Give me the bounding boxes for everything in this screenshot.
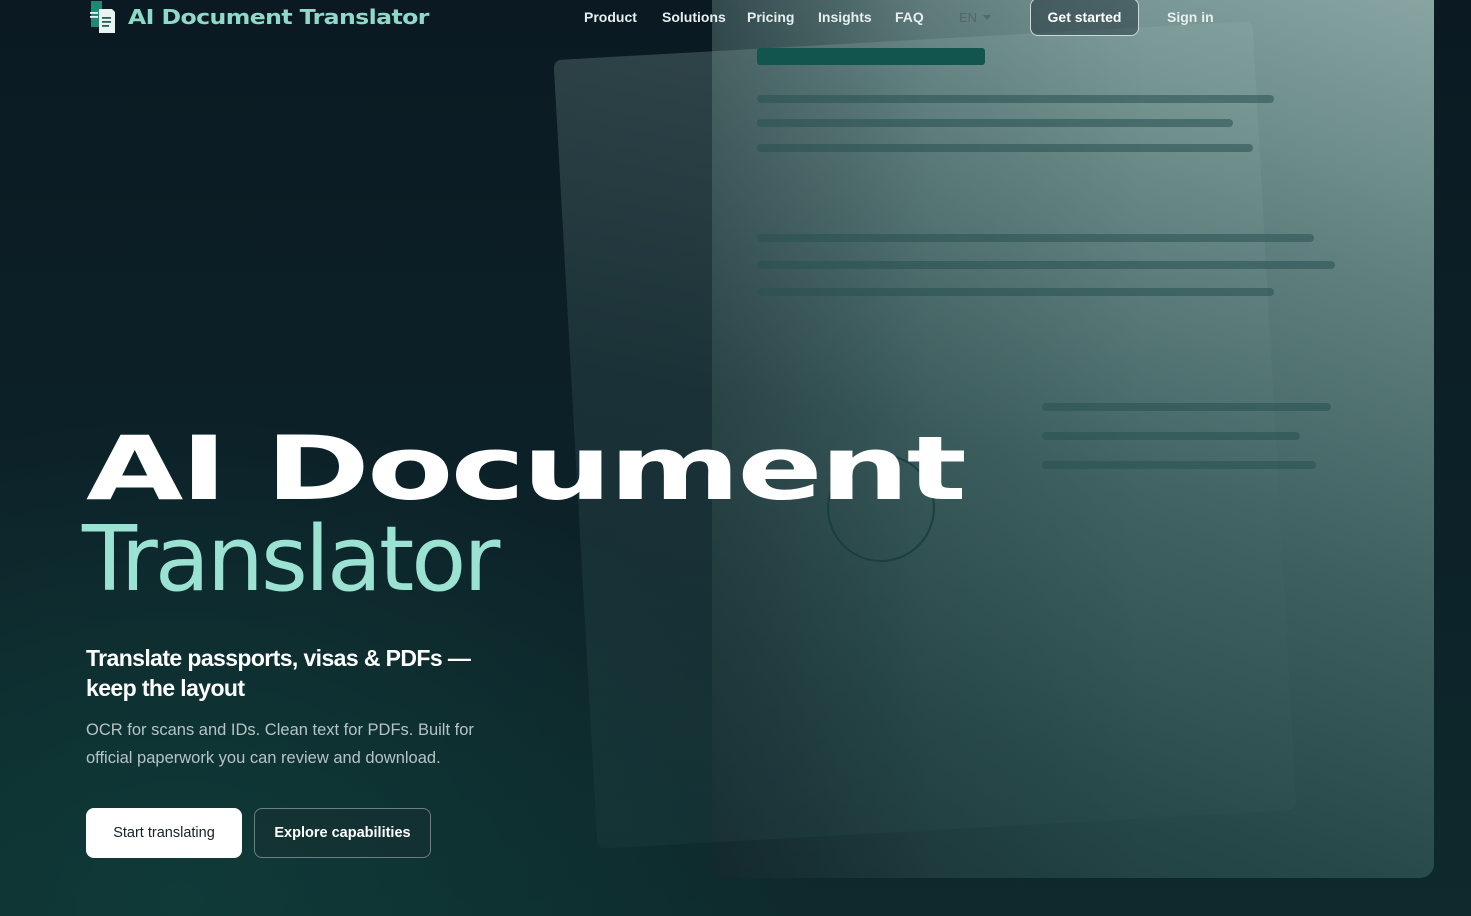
explore-capabilities-button[interactable]: Explore capabilities bbox=[254, 808, 431, 858]
top-navigation: AI Document Translator Product Solutions… bbox=[0, 0, 1471, 36]
nav-link-insights[interactable]: Insights bbox=[818, 9, 872, 25]
document-header-bar bbox=[757, 48, 985, 65]
nav-link-pricing[interactable]: Pricing bbox=[747, 9, 794, 25]
get-started-button[interactable]: Get started bbox=[1030, 0, 1139, 36]
hero-title-accent: Translator bbox=[82, 507, 500, 612]
document-text-line bbox=[757, 95, 1274, 103]
document-text-line bbox=[757, 119, 1233, 127]
document-text-line bbox=[1042, 432, 1300, 440]
nav-link-faq[interactable]: FAQ bbox=[895, 9, 924, 25]
chevron-down-icon bbox=[983, 15, 992, 20]
brand-name: AI Document Translator bbox=[128, 5, 429, 29]
brand-logo-link[interactable]: AI Document Translator bbox=[88, 1, 429, 33]
language-label: EN bbox=[959, 10, 978, 25]
document-text-line bbox=[1042, 461, 1316, 469]
start-translating-button[interactable]: Start translating bbox=[86, 808, 242, 858]
nav-link-solutions[interactable]: Solutions bbox=[662, 9, 726, 25]
language-selector[interactable]: EN bbox=[959, 10, 992, 25]
document-text-line bbox=[1042, 403, 1331, 411]
document-text-line bbox=[757, 261, 1335, 269]
hero-description: OCR for scans and IDs. Clean text for PD… bbox=[86, 721, 474, 767]
hero-subheadline: Translate passports, visas & PDFs — keep… bbox=[86, 645, 471, 701]
sign-in-link[interactable]: Sign in bbox=[1167, 9, 1214, 25]
document-text-line bbox=[757, 234, 1314, 242]
document-translate-icon bbox=[88, 1, 115, 33]
hero-title: AI Document bbox=[86, 417, 967, 520]
nav-link-product[interactable]: Product bbox=[584, 9, 637, 25]
document-text-line bbox=[757, 288, 1274, 296]
document-text-line bbox=[757, 144, 1253, 152]
